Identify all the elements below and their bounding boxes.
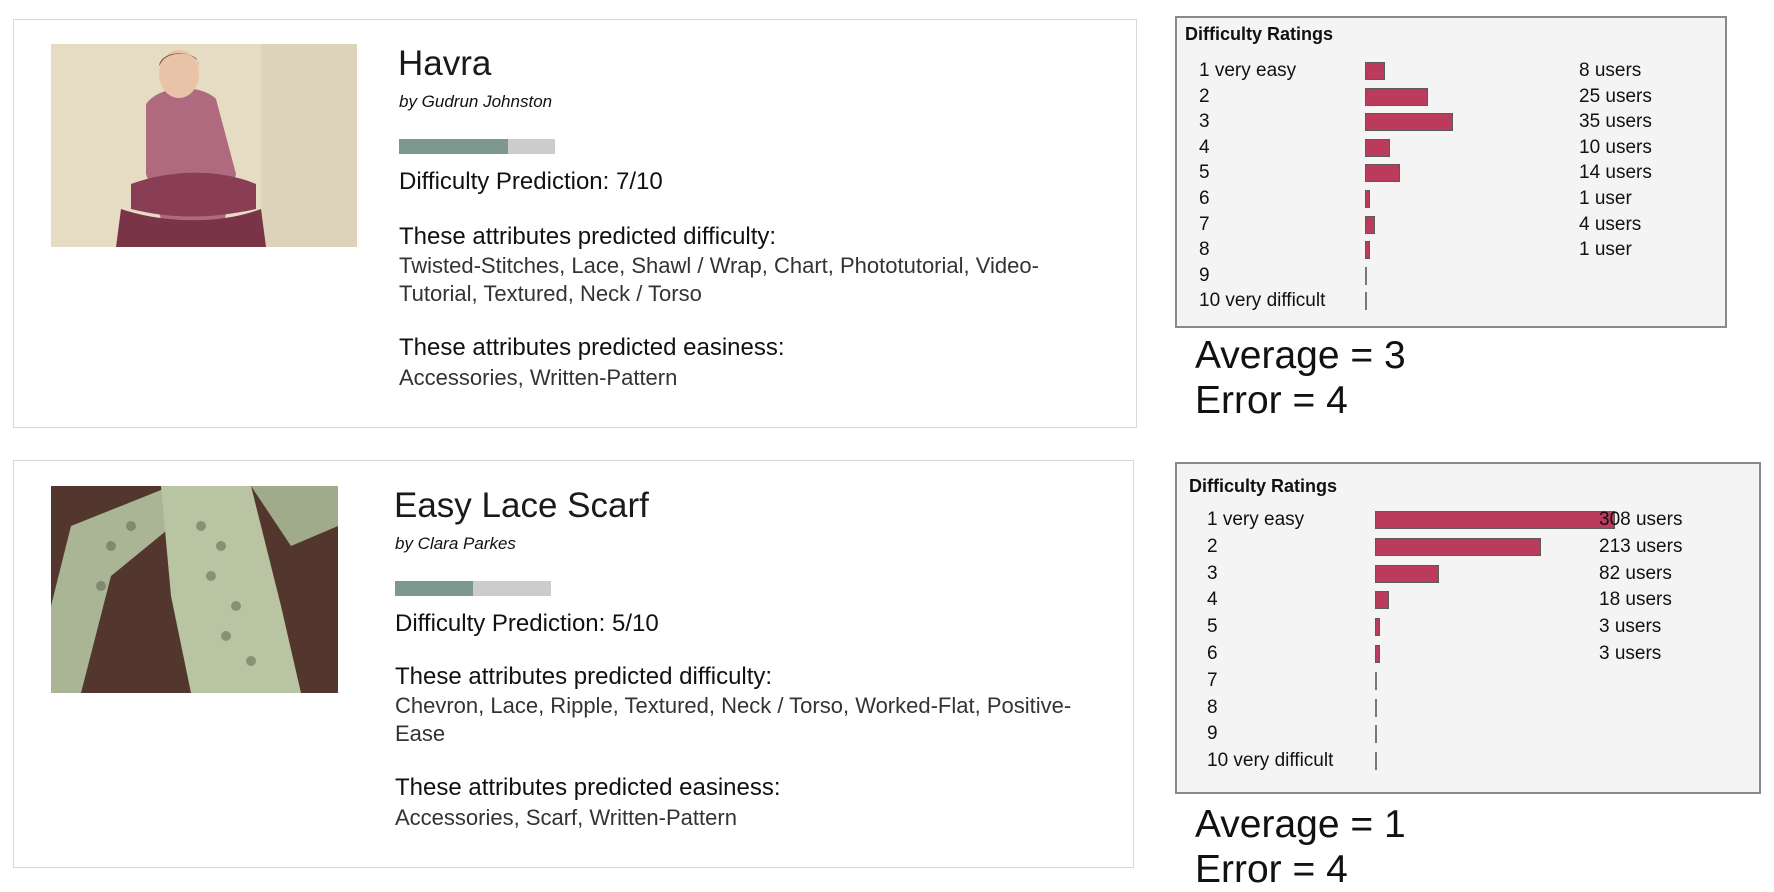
rating-bar <box>1365 190 1370 208</box>
rating-count: 213 users <box>1599 535 1683 557</box>
error-value: Error = 4 <box>1195 379 1348 422</box>
difficulty-attributes-heading: These attributes predicted difficulty: <box>399 223 777 250</box>
rating-bar <box>1365 215 1376 234</box>
rating-bar <box>1365 241 1370 260</box>
rating-label: 3 <box>1199 111 1210 133</box>
rating-bar <box>1375 752 1377 771</box>
difficulty-ratings-title: Difficulty Ratings <box>1189 476 1338 496</box>
difficulty-prediction: Difficulty Prediction: 5/10 <box>395 610 659 637</box>
rating-label: 5 <box>1199 162 1210 184</box>
pattern-card: Easy Lace Scarf by Clara Parkes Difficul… <box>13 460 1134 868</box>
rating-bar <box>1375 645 1380 663</box>
pattern-title[interactable]: Easy Lace Scarf <box>394 486 649 526</box>
difficulty-prediction-fill <box>399 139 509 154</box>
rating-count: 35 users <box>1579 111 1652 133</box>
easiness-attributes: Accessories, Scarf, Written-Pattern <box>395 805 737 830</box>
difficulty-prediction-bar <box>399 139 555 154</box>
difficulty-prediction-fill <box>395 581 473 596</box>
rating-label: 4 <box>1207 589 1218 611</box>
rating-label: 2 <box>1207 535 1218 557</box>
rating-bar <box>1365 292 1367 311</box>
rating-count: 308 users <box>1599 509 1683 530</box>
rating-bar <box>1365 87 1428 106</box>
rating-label: 1 very easy <box>1199 60 1297 81</box>
rating-label: 2 <box>1199 85 1210 107</box>
rating-count: 4 users <box>1579 213 1642 235</box>
rating-label: 6 <box>1207 643 1218 664</box>
difficulty-prediction: Difficulty Prediction: 7/10 <box>399 168 663 195</box>
easiness-attributes-heading: These attributes predicted easiness: <box>395 774 781 801</box>
rating-bar <box>1365 113 1453 132</box>
rating-count: 8 users <box>1579 60 1642 81</box>
rating-count: 18 users <box>1599 589 1672 611</box>
rating-bar <box>1375 511 1615 529</box>
rating-label: 6 <box>1199 188 1210 209</box>
rating-label: 8 <box>1207 696 1218 718</box>
rating-bar <box>1365 62 1386 80</box>
rating-bar <box>1375 537 1541 556</box>
easiness-attributes: Accessories, Written-Pattern <box>399 365 678 390</box>
rating-label: 5 <box>1207 616 1218 638</box>
rating-count: 3 users <box>1599 643 1662 664</box>
difficulty-attributes: Twisted-Stitches, Lace, Shawl / Wrap, Ch… <box>399 253 1039 306</box>
difficulty-attributes: Chevron, Lace, Ripple, Textured, Neck / … <box>395 693 1072 746</box>
rating-label: 10 very difficult <box>1207 750 1334 772</box>
rating-count: 10 users <box>1579 136 1652 158</box>
pattern-title[interactable]: Havra <box>398 44 491 84</box>
rating-bar <box>1375 725 1377 744</box>
rating-bar <box>1365 266 1367 285</box>
rating-bar <box>1375 564 1439 583</box>
difficulty-attributes-heading: These attributes predicted difficulty: <box>395 663 773 690</box>
difficulty-prediction-bar <box>395 581 551 596</box>
pattern-photo[interactable] <box>51 44 357 247</box>
rating-count: 82 users <box>1599 562 1672 584</box>
rating-count: 25 users <box>1579 85 1652 107</box>
rating-bar <box>1375 618 1380 637</box>
rating-bar <box>1375 698 1377 717</box>
difficulty-ratings-title: Difficulty Ratings <box>1185 24 1334 44</box>
rating-label: 10 very difficult <box>1199 290 1326 312</box>
rating-bar <box>1365 164 1401 183</box>
rating-label: 7 <box>1199 213 1210 235</box>
rating-bar <box>1375 591 1390 610</box>
rating-label: 4 <box>1199 136 1210 158</box>
average-rating: Average = 3 <box>1195 334 1406 377</box>
pattern-card: Havra by Gudrun Johnston Difficulty Pred… <box>13 19 1137 428</box>
difficulty-ratings-panel: Difficulty Ratings 1 very easy 8 users 2 25… <box>1175 16 1727 328</box>
rating-count: 1 user <box>1579 239 1632 261</box>
average-rating: Average = 1 <box>1195 803 1406 846</box>
rating-label: 8 <box>1199 239 1210 261</box>
rating-label: 9 <box>1199 264 1210 286</box>
rating-bar <box>1365 138 1391 157</box>
rating-count: 1 user <box>1579 188 1632 209</box>
rating-label: 1 very easy <box>1207 509 1305 530</box>
rating-label: 9 <box>1207 723 1218 745</box>
error-value: Error = 4 <box>1195 848 1348 891</box>
difficulty-ratings-panel: Difficulty Ratings 1 very easy 308 users 2… <box>1175 462 1761 794</box>
rating-label: 3 <box>1207 562 1218 584</box>
rating-bar <box>1375 671 1377 690</box>
rating-label: 7 <box>1207 669 1218 691</box>
pattern-photo[interactable] <box>51 486 338 693</box>
easiness-attributes-heading: These attributes predicted easiness: <box>399 334 785 361</box>
pattern-author: by Clara Parkes <box>395 534 516 553</box>
rating-count: 14 users <box>1579 162 1652 184</box>
rating-count: 3 users <box>1599 616 1662 638</box>
pattern-author: by Gudrun Johnston <box>399 92 553 111</box>
